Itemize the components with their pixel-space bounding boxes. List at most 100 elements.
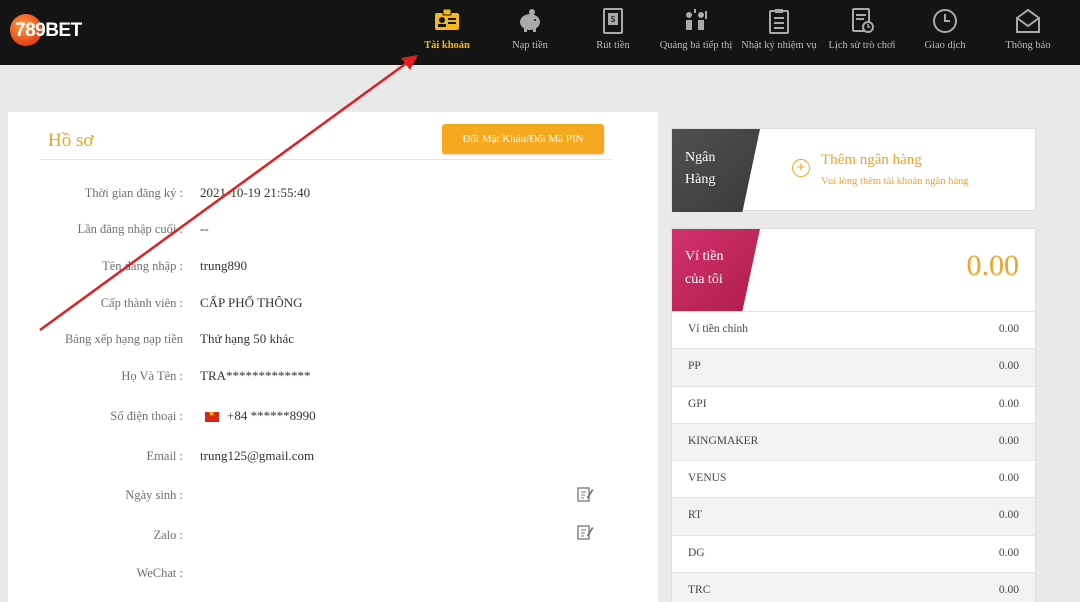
- nav-game-history[interactable]: Lịch sử trò chơi: [822, 0, 902, 65]
- wallet-amount: 0.00: [998, 397, 1019, 410]
- wallet-name: DG: [688, 546, 705, 559]
- wallet-tab-label: của tôi: [685, 272, 723, 287]
- wallet-name: KINGMAKER: [688, 434, 759, 447]
- nav-label: Nhật ký nhiệm vụ: [741, 40, 817, 51]
- promotion-icon: [686, 9, 707, 30]
- field-value: trung890: [200, 258, 247, 273]
- wallet-row: DG 0.00: [672, 534, 1035, 572]
- piggy-bank-icon: [520, 9, 540, 32]
- nav-deposit[interactable]: Nạp tiền: [495, 0, 565, 65]
- wallet-name: TRC: [688, 584, 711, 597]
- field-label: Ngày sinh :: [125, 488, 183, 502]
- field-value: --: [200, 221, 209, 236]
- nav-label: Nạp tiền: [512, 40, 548, 51]
- nav-transactions[interactable]: Giao dịch: [910, 0, 980, 65]
- wallet-amount: 0.00: [998, 472, 1019, 485]
- field-registration-time: Thời gian đăng ký : 2021-10-19 21:55:40: [8, 183, 658, 205]
- field-value: TRA*************: [200, 368, 311, 383]
- wallet-name: Ví tiền chính: [688, 323, 749, 335]
- account-card-icon: [435, 8, 459, 30]
- nav-label: Tài khoản: [424, 40, 470, 51]
- nav-label: Rút tiền: [596, 40, 630, 51]
- top-navigation-bar: 789BET Tài khoản Nạp tiền $ Rút tiền Quả…: [0, 0, 1080, 65]
- page-title: Hồ sơ: [48, 130, 94, 151]
- wallet-name: PP: [688, 360, 701, 373]
- profile-panel: Hồ sơ Đổi Mật Khẩu/Đổi Mã PIN Thời gian …: [8, 112, 658, 602]
- wallet-list: Ví tiền chính 0.00 PP 0.00 GPI 0.00 KINGMAK…: [672, 311, 1035, 602]
- field-value: +84 ******8990: [205, 408, 316, 424]
- field-label: Thời gian đăng ký :: [84, 186, 183, 200]
- edit-zalo-icon[interactable]: [576, 523, 594, 541]
- field-label: Bảng xếp hạng nạp tiền: [64, 332, 183, 346]
- wallet-row: KINGMAKER 0.00: [672, 422, 1035, 461]
- field-email: Email : trung125@gmail.com: [8, 446, 658, 468]
- field-deposit-ranking: Bảng xếp hạng nạp tiền Thứ hạng 50 khác: [8, 329, 658, 351]
- field-label: Họ Và Tên :: [121, 369, 183, 383]
- vietnam-flag-icon: [205, 409, 219, 423]
- wallet-row: RT 0.00: [672, 497, 1035, 535]
- wallet-amount: 0.00: [998, 509, 1019, 522]
- field-value: trung125@gmail.com: [200, 448, 315, 463]
- change-password-pin-button[interactable]: Đổi Mật Khẩu/Đổi Mã PIN: [442, 124, 604, 154]
- nav-task-log[interactable]: Nhật ký nhiệm vụ: [737, 0, 821, 65]
- wallet-amount: 0.00: [998, 323, 1019, 335]
- task-log-icon: [769, 9, 789, 34]
- plus-circle-icon: +: [792, 159, 810, 177]
- nav-account[interactable]: Tài khoản: [412, 0, 482, 65]
- field-birthday: Ngày sinh :: [8, 485, 658, 507]
- bank-tab-label: Ngân: [685, 150, 716, 165]
- edit-birthday-icon[interactable]: [576, 485, 594, 503]
- wallet-row: Ví tiền chính 0.00: [672, 311, 1035, 348]
- wallet-balance: 0.00: [966, 249, 1020, 282]
- svg-text:$: $: [611, 15, 616, 24]
- nav-label: Quảng bá tiếp thị: [659, 40, 733, 51]
- nav-notifications[interactable]: Thông báo: [993, 0, 1063, 65]
- bank-tab: Ngân Hàng: [672, 129, 760, 212]
- field-label: WeChat :: [136, 566, 183, 580]
- nav-label: Giao dịch: [924, 40, 966, 51]
- field-value: 2021-10-19 21:55:40: [200, 185, 311, 200]
- wallet-amount: 0.00: [998, 434, 1019, 447]
- nav-promotion[interactable]: Quảng bá tiếp thị: [655, 0, 737, 65]
- divider: [40, 159, 612, 160]
- logo-text: 789BET: [15, 20, 82, 41]
- nav-label: Thông báo: [1005, 40, 1051, 51]
- wallet-tab: Ví tiền của tôi: [672, 229, 760, 311]
- wallet-tab-label: Ví tiền: [685, 249, 724, 264]
- add-bank-title: Thêm ngân hàng: [821, 152, 922, 168]
- game-history-icon: [852, 8, 874, 33]
- clock-icon: [933, 9, 957, 33]
- wallet-row: VENUS 0.00: [672, 460, 1035, 497]
- withdraw-icon: $: [603, 8, 623, 34]
- wallet-card: Ví tiền của tôi 0.00 Ví tiền chính 0.00 P…: [671, 228, 1036, 602]
- wallet-name: GPI: [688, 397, 707, 410]
- mail-icon: [1016, 8, 1040, 33]
- brand-logo[interactable]: 789BET: [8, 12, 82, 48]
- field-label: Cấp thành viên :: [100, 296, 183, 310]
- wallet-amount: 0.00: [998, 584, 1019, 597]
- field-label: Lần đăng nhập cuối :: [77, 222, 183, 236]
- field-label: Email :: [146, 449, 183, 463]
- field-last-login: Lần đăng nhập cuối : --: [8, 219, 658, 241]
- nav-label: Lịch sử trò chơi: [828, 40, 896, 51]
- wallet-name: VENUS: [688, 472, 727, 485]
- field-label: Tên đăng nhập :: [102, 259, 183, 273]
- field-wechat: WeChat :: [8, 563, 658, 585]
- field-label: Zalo :: [153, 528, 183, 542]
- field-zalo: Zalo :: [8, 525, 658, 547]
- field-full-name: Họ Và Tên : TRA*************: [8, 366, 658, 388]
- wallet-row: TRC 0.00: [672, 572, 1035, 602]
- wallet-row: PP 0.00: [672, 348, 1035, 386]
- field-label: Số điện thoại :: [110, 409, 183, 423]
- add-bank-subtitle: Vui lòng thêm tài khoản ngân hàng: [821, 176, 969, 187]
- wallet-row: GPI 0.00: [672, 385, 1035, 423]
- wallet-amount: 0.00: [998, 546, 1019, 559]
- field-phone: Số điện thoại : +84 ******8990: [8, 406, 658, 428]
- wallet-name: RT: [688, 509, 703, 522]
- field-value: Thứ hạng 50 khác: [200, 331, 295, 346]
- field-member-level: Cấp thành viên : CẤP PHỔ THÔNG: [8, 293, 658, 315]
- nav-withdraw[interactable]: $ Rút tiền: [578, 0, 648, 65]
- field-username: Tên đăng nhập : trung890: [8, 256, 658, 278]
- phone-number: +84 ******8990: [227, 408, 316, 423]
- field-value: CẤP PHỔ THÔNG: [200, 295, 303, 310]
